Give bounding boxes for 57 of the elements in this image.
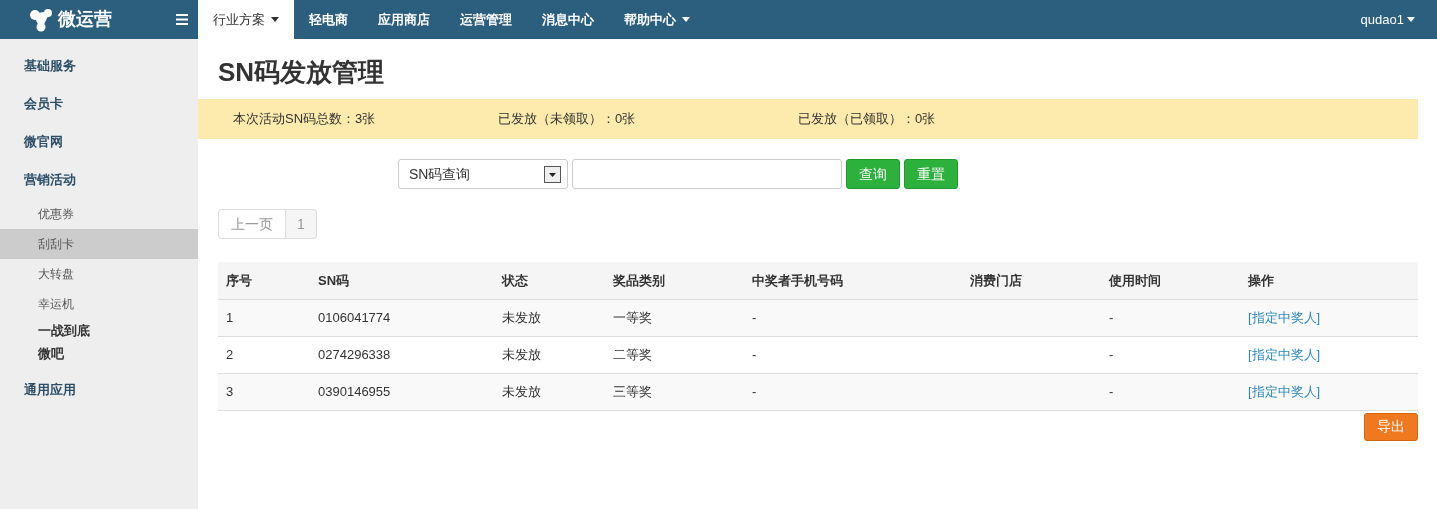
- assign-winner-link[interactable]: [指定中奖人]: [1248, 383, 1321, 399]
- search-type-select[interactable]: SN码查询: [398, 159, 568, 189]
- table-cell: 二等奖: [613, 346, 652, 362]
- table-cell: 未发放: [502, 346, 541, 362]
- table-cell: 未发放: [502, 309, 541, 325]
- nav-tab[interactable]: 消息中心: [527, 0, 609, 39]
- table-cell: -: [752, 383, 757, 399]
- table-cell: 三等奖: [613, 383, 652, 399]
- menu-icon[interactable]: [176, 14, 188, 25]
- column-header: SN码: [310, 262, 494, 299]
- table-cell: 1: [226, 309, 234, 325]
- table-cell: -: [1109, 346, 1114, 362]
- column-header: 使用时间: [1101, 262, 1240, 299]
- table-cell: 2: [226, 346, 234, 362]
- sidebar-item[interactable]: 幸运机: [0, 289, 198, 319]
- assign-winner-link[interactable]: [指定中奖人]: [1248, 309, 1321, 325]
- summary-text: 已发放（未领取）：0张: [498, 110, 637, 129]
- table-cell: 一等奖: [613, 309, 652, 325]
- sidebar-item[interactable]: 会员卡: [0, 85, 198, 123]
- nav-tab[interactable]: 帮助中心: [609, 0, 705, 39]
- nav-tab[interactable]: 运营管理: [445, 0, 527, 39]
- page-title: SN码发放管理: [218, 56, 386, 89]
- summary-text: 已发放（已领取）：0张: [798, 110, 937, 129]
- nav-tab[interactable]: 应用商店: [363, 0, 445, 39]
- user-menu[interactable]: qudao1: [1360, 0, 1437, 39]
- column-header: 序号: [218, 262, 310, 299]
- search-field[interactable]: [572, 159, 842, 189]
- column-header: 中奖者手机号码: [744, 262, 962, 299]
- brand-name: 微运营: [58, 8, 112, 31]
- column-header: 消费门店: [962, 262, 1101, 299]
- sidebar-item[interactable]: 营销活动: [0, 161, 198, 199]
- table-cell: 3: [226, 383, 234, 399]
- sidebar-item[interactable]: 优惠券: [0, 199, 198, 229]
- sidebar-item[interactable]: 基础服务: [0, 47, 198, 85]
- nav-tab[interactable]: 轻电商: [294, 0, 363, 39]
- column-header: 操作: [1240, 262, 1418, 299]
- table-cell: -: [752, 346, 757, 362]
- table-cell: -: [752, 309, 757, 325]
- logo-icon: [28, 7, 54, 32]
- table-cell: 0390146955: [318, 383, 391, 399]
- table-cell: 未发放: [502, 383, 541, 399]
- column-header: 奖品类别: [605, 262, 744, 299]
- assign-winner-link[interactable]: [指定中奖人]: [1248, 346, 1321, 362]
- nav-tab[interactable]: 行业方案: [198, 0, 294, 39]
- sidebar-item[interactable]: 一战到底: [0, 319, 198, 342]
- table-cell: -: [1109, 383, 1114, 399]
- column-header: 状态: [494, 262, 605, 299]
- table-cell: -: [1109, 309, 1114, 325]
- caret-icon: [1407, 17, 1415, 22]
- summary-text: 本次活动SN码总数：3张: [232, 110, 377, 129]
- sidebar-item[interactable]: 微吧: [0, 342, 198, 365]
- sidebar-item[interactable]: 微官网: [0, 123, 198, 161]
- table-cell: 0106041774: [318, 309, 391, 325]
- sidebar-item[interactable]: 通用应用: [0, 371, 198, 409]
- sidebar-item[interactable]: 刮刮卡: [0, 229, 198, 259]
- table-cell: 0274296338: [318, 346, 391, 362]
- sidebar-item[interactable]: 大转盘: [0, 259, 198, 289]
